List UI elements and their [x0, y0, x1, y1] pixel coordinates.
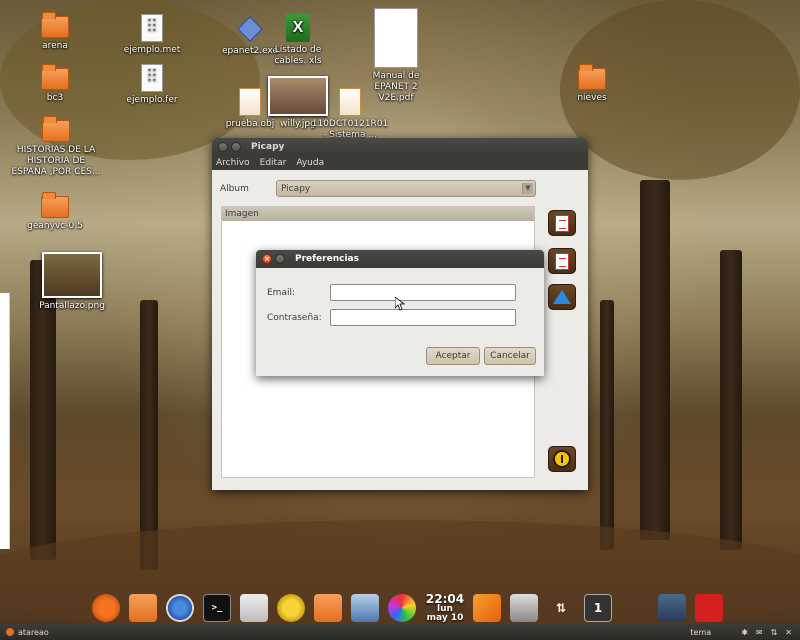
add-image-button[interactable]: [548, 210, 576, 236]
picasa-icon[interactable]: [388, 594, 416, 622]
taskbar-item-tema[interactable]: tema: [690, 628, 711, 637]
offscreen-window-edge: [0, 293, 10, 549]
desktop-icon-nieves[interactable]: nieves: [552, 64, 632, 104]
desktop-icon-label: bc3: [46, 93, 64, 103]
folder-icon: [578, 64, 606, 90]
menu-ayuda[interactable]: Ayuda: [295, 158, 325, 168]
minimize-icon[interactable]: [275, 254, 285, 264]
window-icon[interactable]: [351, 594, 379, 622]
password-label: Contraseña:: [267, 312, 322, 323]
desktop-icon-arena[interactable]: arena: [15, 12, 95, 52]
folder-icon: [42, 116, 70, 142]
desktop-icon-label: arena: [42, 41, 68, 51]
trophy-icon[interactable]: [277, 594, 305, 622]
close-icon[interactable]: ×: [262, 254, 272, 264]
dialog-titlebar[interactable]: × Preferencias: [256, 250, 544, 268]
dialog-title: Preferencias: [295, 254, 359, 264]
remove-image-button[interactable]: [548, 248, 576, 274]
menu-editar[interactable]: Editar: [259, 158, 288, 168]
bottom-panel: atareao tema ✱ ✉ ⇅ ✕: [0, 624, 800, 640]
power-icon: [553, 450, 571, 468]
chevron-down-icon: ▼: [522, 183, 533, 194]
user-icon: [6, 628, 14, 636]
email-field[interactable]: [330, 284, 516, 301]
desktop-icon-ejemplo-fer[interactable]: ≡ ≡ ≡ ≡ ≡ ≡ ejemplo.fer: [112, 64, 192, 106]
window-titlebar[interactable]: Picapy: [212, 138, 588, 156]
accept-button[interactable]: Aceptar: [426, 347, 480, 365]
desktop-icon-ejemplo-met[interactable]: ≡ ≡ ≡ ≡ ≡ ≡ ejemplo.met: [112, 14, 192, 56]
terminal-icon[interactable]: >_: [203, 594, 231, 622]
spreadsheet-icon: X: [286, 14, 310, 42]
taskbar-user[interactable]: atareao: [18, 628, 49, 637]
password-field[interactable]: [330, 309, 516, 326]
power-icon[interactable]: [695, 594, 723, 622]
chromium-browser-icon[interactable]: [166, 594, 194, 622]
exit-button[interactable]: [548, 446, 576, 472]
desktop-icon-geanyvc[interactable]: geanyvc-0.5: [15, 192, 95, 232]
close-icon[interactable]: [218, 142, 228, 152]
minimize-icon[interactable]: [231, 142, 241, 152]
album-label: Album: [220, 183, 249, 194]
password-row: Contraseña:: [267, 309, 516, 326]
document-icon: [339, 88, 361, 116]
clock[interactable]: 22:04 lun may 10: [425, 593, 465, 623]
recycle-bin-icon[interactable]: [621, 594, 649, 622]
email-row: Email:: [267, 284, 516, 301]
close-icon[interactable]: ✕: [785, 628, 792, 637]
mail-tray-icon[interactable]: ✉: [756, 628, 763, 637]
pdf-file-icon: [374, 8, 418, 68]
text-file-icon: ≡ ≡ ≡ ≡ ≡ ≡: [141, 14, 163, 42]
ubuntu-menu-icon[interactable]: [92, 594, 120, 622]
mouse-cursor-icon: [395, 297, 405, 311]
desktop-icon-label: ejemplo.fer: [126, 95, 178, 105]
desktop-icon-label: nieves: [577, 93, 607, 103]
network-tray-icon[interactable]: ⇅: [771, 628, 778, 637]
tree-trunk: [720, 250, 742, 550]
add-page-icon: [555, 214, 569, 232]
rss-icon[interactable]: [473, 594, 501, 622]
network-icon[interactable]: ⇅: [547, 594, 575, 622]
album-select[interactable]: Picapy ▼: [276, 180, 536, 197]
folder-icon[interactable]: [314, 594, 342, 622]
desktop-icon-bc3[interactable]: bc3: [15, 64, 95, 104]
email-label: Email:: [267, 287, 296, 298]
workspace-switcher[interactable]: 1: [584, 594, 612, 622]
tree-trunk: [640, 180, 670, 540]
album-select-value: Picapy: [281, 183, 311, 194]
menu-archivo[interactable]: Archivo: [215, 158, 251, 168]
trash-icon[interactable]: [510, 594, 538, 622]
file-manager-icon[interactable]: [129, 594, 157, 622]
image-column-header[interactable]: Imagen: [222, 207, 534, 221]
desktop-icon-label: ejemplo.met: [123, 45, 181, 55]
text-file-icon: ≡ ≡ ≡ ≡ ≡ ≡: [141, 64, 163, 92]
mail-icon[interactable]: [240, 594, 268, 622]
desktop-icon-pantallazo[interactable]: Pantallazo.png: [32, 252, 112, 312]
bluetooth-icon[interactable]: ✱: [741, 628, 748, 637]
desktop-icon-110dct[interactable]: 110DCT0121R01 - Sistema ...: [310, 88, 390, 141]
dock: >_ 22:04 lun may 10 ⇅ 1: [92, 592, 723, 624]
window-title: Picapy: [251, 142, 285, 152]
desktop-icon-label: Pantallazo.png: [39, 301, 105, 311]
desktop-icon-label: geanyvc-0.5: [27, 221, 83, 231]
folder-icon: [41, 64, 69, 90]
upload-arrow-icon: [553, 290, 571, 304]
cancel-button[interactable]: Cancelar: [484, 347, 536, 365]
folder-icon: [41, 12, 69, 38]
desktop-icon-historias[interactable]: HISTORIAS DE LA HISTORIA DE ESPAÑA ,POR …: [8, 116, 104, 178]
desktop-icon-label: Listado de cables. xls: [274, 45, 322, 66]
volume-icon[interactable]: [658, 594, 686, 622]
menubar: Archivo Editar Ayuda: [212, 156, 588, 170]
desktop-icon-listado-cables[interactable]: X Listado de cables. xls: [258, 14, 338, 67]
album-row: Album Picapy ▼: [220, 180, 536, 197]
desktop-icon-label: HISTORIAS DE LA HISTORIA DE ESPAÑA ,POR …: [11, 145, 101, 177]
preferences-dialog: × Preferencias Email: Contraseña: Acepta…: [256, 250, 544, 376]
page-icon: [555, 252, 569, 270]
upload-button[interactable]: [548, 284, 576, 310]
image-thumbnail-icon: [42, 252, 102, 298]
folder-icon: [41, 192, 69, 218]
clock-date: may 10: [426, 613, 464, 623]
tree-trunk: [600, 300, 614, 550]
